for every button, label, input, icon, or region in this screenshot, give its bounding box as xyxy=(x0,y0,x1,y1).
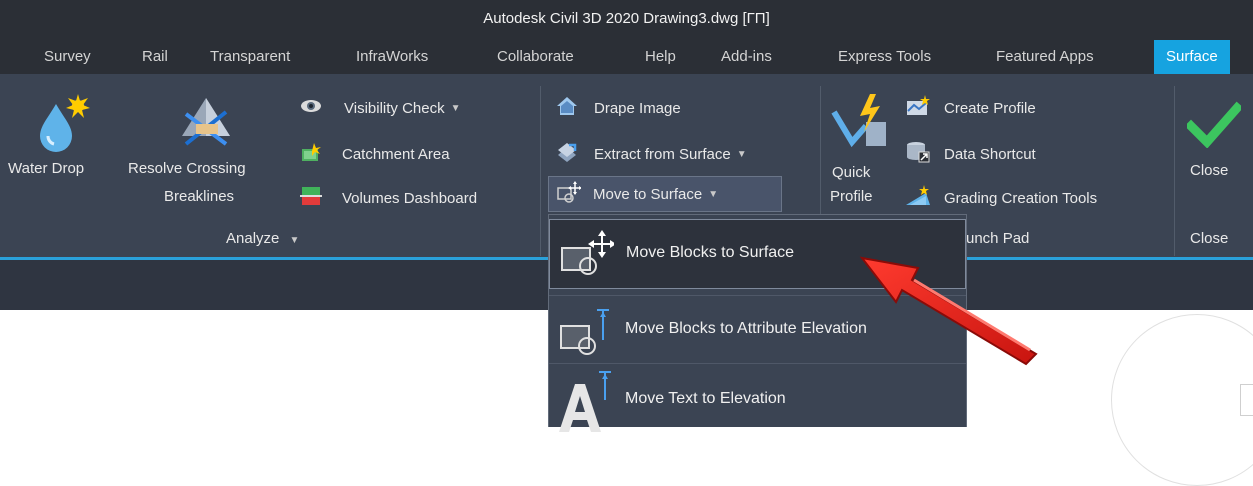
title-bar: Autodesk Civil 3D 2020 Drawing3.dwg [ГП] xyxy=(0,0,1253,40)
drape-image-icon xyxy=(556,96,578,121)
water-drop-button[interactable]: Water Drop xyxy=(8,84,120,214)
chevron-down-icon: ▼ xyxy=(708,188,719,200)
create-profile-icon xyxy=(906,94,930,122)
text-elevation-icon xyxy=(557,370,613,437)
move-to-surface-icon xyxy=(557,180,582,208)
tab-transparent[interactable]: Transparent xyxy=(210,48,290,65)
close-panel-title: Close xyxy=(1190,230,1229,247)
tab-add-ins[interactable]: Add-ins xyxy=(721,48,772,65)
analyze-panel-title[interactable]: Analyze ▼ xyxy=(226,230,299,247)
checkmark-icon xyxy=(1186,96,1242,152)
move-to-surface-label: Move to Surface xyxy=(593,185,703,203)
chevron-down-icon[interactable]: ▼ xyxy=(451,103,461,114)
menu-item-label: Move Blocks to Surface xyxy=(626,244,795,261)
viewcube-ghost xyxy=(1111,314,1253,486)
panel-divider xyxy=(540,86,541,256)
tab-rail[interactable]: Rail xyxy=(142,48,168,65)
tab-help[interactable]: Help xyxy=(645,48,676,65)
catchment-icon xyxy=(300,141,322,168)
close-button-label: Close xyxy=(1190,162,1229,179)
catchment-area-label: Catchment Area xyxy=(342,145,450,163)
eye-icon xyxy=(300,96,322,121)
attribute-elevation-icon xyxy=(557,306,613,361)
drape-image-button[interactable]: Drape Image xyxy=(556,96,681,120)
extract-from-surface-label: Extract from Surface xyxy=(594,145,731,163)
create-profile-label: Create Profile xyxy=(944,99,1036,117)
extract-from-surface-button[interactable]: Extract from Surface ▼ xyxy=(556,142,747,166)
tab-express-tools[interactable]: Express Tools xyxy=(838,48,931,65)
extract-from-surface-icon xyxy=(556,141,578,168)
water-drop-label: Water Drop xyxy=(8,160,85,177)
drape-image-label: Drape Image xyxy=(594,99,681,117)
data-shortcut-icon xyxy=(906,141,930,168)
create-profile-button[interactable]: Create Profile xyxy=(906,94,1036,122)
chevron-down-icon[interactable]: ▼ xyxy=(737,149,747,160)
volumes-dashboard-button[interactable]: Volumes Dashboard xyxy=(300,186,477,210)
volumes-dashboard-label: Volumes Dashboard xyxy=(342,189,478,207)
data-shortcut-button[interactable]: Data Shortcut xyxy=(906,141,1036,168)
tab-infraworks[interactable]: InfraWorks xyxy=(356,48,428,65)
visibility-check-label: Visibility Check xyxy=(344,99,445,117)
tab-collaborate[interactable]: Collaborate xyxy=(497,48,574,65)
resolve-crossing-label-line1: Resolve Crossing xyxy=(128,160,246,177)
resolve-crossing-label-line2: Breaklines xyxy=(164,188,235,205)
grading-creation-tools-label: Grading Creation Tools xyxy=(944,189,1098,207)
water-drop-icon xyxy=(34,92,94,152)
menu-item-move-text-to-elevation[interactable]: Move Text to Elevation xyxy=(549,364,966,434)
quick-profile-label-line2: Profile xyxy=(830,188,873,205)
quick-profile-label-line1: Quick xyxy=(832,164,871,181)
tab-surface[interactable]: Surface xyxy=(1154,40,1230,74)
resolve-crossing-breaklines-button[interactable]: Resolve Crossing Breaklines xyxy=(128,84,288,214)
viewcube-edge xyxy=(1240,384,1253,416)
grading-creation-tools-button[interactable]: Grading Creation Tools xyxy=(906,184,1098,212)
analyze-panel-title-label: Analyze xyxy=(226,230,280,247)
chevron-down-icon: ▼ xyxy=(289,235,300,246)
close-button[interactable]: Close xyxy=(1182,84,1248,214)
annotation-arrow-icon xyxy=(859,256,1038,366)
grading-creation-tools-icon xyxy=(906,184,930,212)
catchment-area-button[interactable]: Catchment Area xyxy=(300,142,450,166)
ribbon-tabs: Survey Rail Transparent InfraWorks Colla… xyxy=(0,40,1253,74)
volumes-dashboard-icon xyxy=(300,185,322,212)
panel-divider xyxy=(1174,86,1175,256)
tab-survey[interactable]: Survey xyxy=(44,48,91,65)
move-to-surface-button[interactable]: Move to Surface ▼ xyxy=(548,176,782,212)
menu-item-label: Move Text to Elevation xyxy=(625,390,786,407)
visibility-check-button[interactable]: Visibility Check ▼ xyxy=(300,96,461,120)
window-title: Autodesk Civil 3D 2020 Drawing3.dwg [ГП] xyxy=(483,10,770,27)
tab-featured-apps[interactable]: Featured Apps xyxy=(996,48,1094,65)
crossing-breaklines-icon xyxy=(176,92,236,152)
move-blocks-icon xyxy=(558,230,616,281)
menu-item-label: Move Blocks to Attribute Elevation xyxy=(625,320,867,337)
data-shortcut-label: Data Shortcut xyxy=(944,145,1036,163)
quick-profile-button[interactable]: Quick Profile xyxy=(828,84,894,214)
quick-profile-icon xyxy=(830,92,890,152)
